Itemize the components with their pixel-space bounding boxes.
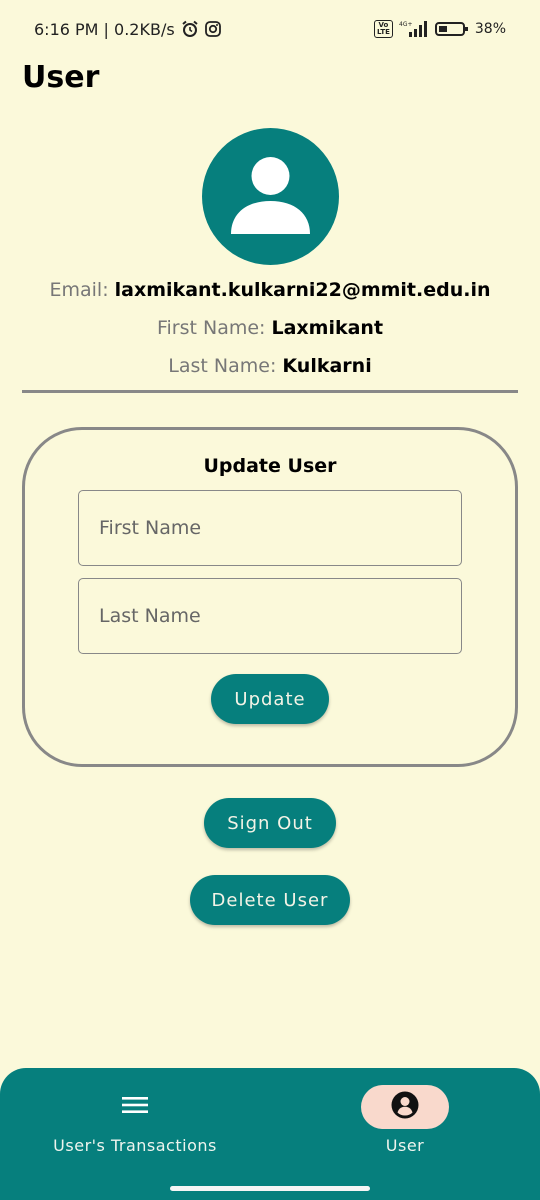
menu-icon: [122, 1095, 148, 1119]
first-name-input[interactable]: [78, 490, 462, 566]
divider: [22, 390, 518, 393]
nav-icon-container: [91, 1085, 179, 1129]
last-name-value: Kulkarni: [282, 355, 372, 377]
bottom-navigation: User's Transactions User: [0, 1068, 540, 1200]
nav-label-user: User: [385, 1136, 425, 1155]
nav-active-indicator: [361, 1085, 449, 1129]
last-name-input[interactable]: [78, 578, 462, 654]
network-type-label: 4G+: [399, 21, 413, 28]
last-name-label: Last Name:: [168, 355, 277, 377]
status-bar: 6:16 PM | 0.2KB/s Vo LTE 4G+ 38%: [0, 0, 540, 58]
first-name-value: Laxmikant: [271, 317, 384, 339]
status-time-speed: 6:16 PM | 0.2KB/s: [34, 19, 175, 39]
delete-user-button[interactable]: Delete User: [190, 875, 350, 925]
battery-percent: 38%: [474, 21, 506, 37]
page-title: User: [22, 60, 100, 95]
sign-out-button[interactable]: Sign Out: [204, 798, 336, 848]
first-name-line: First Name: Laxmikant: [0, 317, 540, 339]
nav-item-users-transactions[interactable]: User's Transactions: [0, 1068, 270, 1200]
nav-item-user[interactable]: User: [270, 1068, 540, 1200]
signal-icon: 4G+: [399, 20, 429, 38]
nav-label-users-transactions: User's Transactions: [53, 1136, 217, 1155]
alarm-icon: [181, 20, 199, 38]
update-button[interactable]: Update: [211, 674, 329, 724]
instagram-icon: [204, 21, 221, 37]
volte-icon: Vo LTE: [374, 20, 393, 38]
status-right: Vo LTE 4G+ 38%: [374, 20, 506, 38]
account-circle-icon: [391, 1091, 419, 1123]
home-indicator[interactable]: [170, 1186, 370, 1191]
email-label: Email:: [49, 279, 109, 301]
email-value: laxmikant.kulkarni22@mmit.edu.in: [114, 279, 491, 301]
email-line: Email: laxmikant.kulkarni22@mmit.edu.in: [0, 279, 540, 301]
status-left: 6:16 PM | 0.2KB/s: [34, 20, 221, 39]
update-user-title: Update User: [203, 455, 337, 477]
user-avatar-icon: [202, 128, 339, 265]
first-name-label: First Name:: [156, 317, 266, 339]
battery-icon: [434, 21, 469, 37]
last-name-line: Last Name: Kulkarni: [0, 355, 540, 377]
